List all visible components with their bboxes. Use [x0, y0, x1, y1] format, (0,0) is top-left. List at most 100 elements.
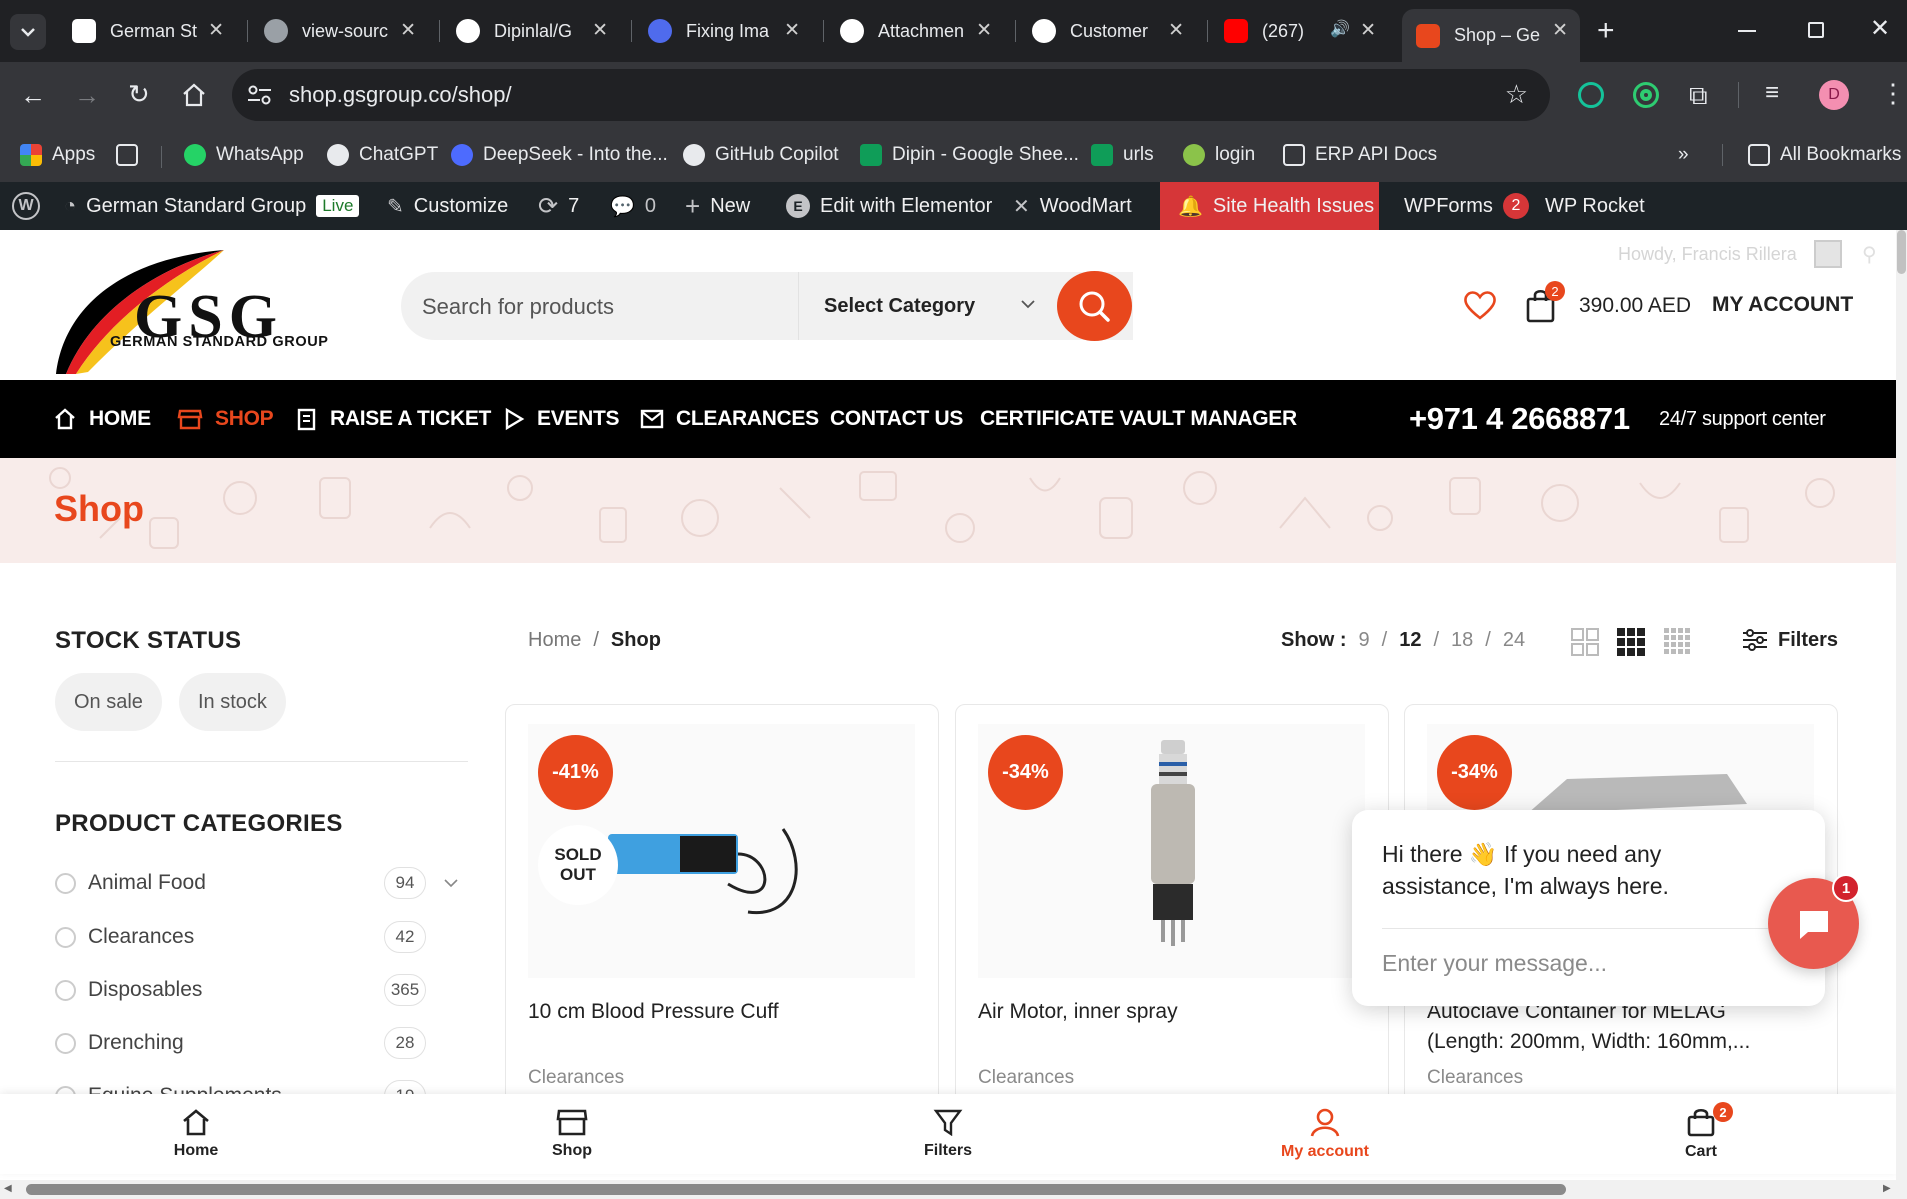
product-card[interactable]: -34% Air Motor, inner spray Clearances: [955, 704, 1389, 1104]
minimize-button[interactable]: [1738, 30, 1756, 32]
bookmark-urls[interactable]: urls: [1091, 136, 1154, 174]
extensions-puzzle-icon[interactable]: ⧉: [1689, 80, 1708, 112]
horizontal-scroll-thumb[interactable]: [26, 1184, 1566, 1195]
bottom-nav-home[interactable]: Home: [136, 1094, 256, 1174]
menu-kebab-icon[interactable]: ⋮: [1880, 78, 1906, 109]
product-category[interactable]: Clearances: [1427, 1067, 1523, 1089]
bookmark-deepseek[interactable]: DeepSeek - Into the...: [451, 136, 668, 174]
admin-search-icon[interactable]: ⚲: [1862, 242, 1877, 267]
howdy-user[interactable]: Howdy, Francis Rillera: [1618, 244, 1797, 265]
admin-customize[interactable]: ✎ Customize: [387, 182, 508, 230]
browser-tab[interactable]: Customer ✕: [1018, 9, 1196, 53]
cart-button[interactable]: 2 390.00 AED: [1525, 281, 1691, 329]
home-icon[interactable]: [181, 82, 207, 108]
product-category[interactable]: Clearances: [528, 1067, 624, 1089]
nav-raise-ticket[interactable]: RAISE A TICKET: [296, 380, 491, 458]
speaker-icon[interactable]: 🔊: [1330, 19, 1350, 39]
tab-close-icon[interactable]: ✕: [1168, 19, 1184, 42]
wordpress-logo-icon[interactable]: W: [12, 182, 40, 230]
bottom-nav-filters[interactable]: Filters: [888, 1094, 1008, 1174]
browser-tab[interactable]: Fixing Ima ✕: [634, 9, 812, 53]
back-button[interactable]: ←: [20, 80, 46, 111]
chat-launcher-button[interactable]: 1: [1768, 874, 1860, 969]
bookmarks-overflow-icon[interactable]: »: [1678, 136, 1689, 174]
all-bookmarks[interactable]: All Bookmarks: [1748, 136, 1901, 174]
reading-list-icon[interactable]: ≡: [1765, 79, 1779, 107]
admin-new[interactable]: + New: [685, 182, 750, 230]
browser-tab-active[interactable]: Shop – Ge ✕: [1402, 9, 1580, 62]
search-input[interactable]: Search for products: [422, 294, 614, 320]
scroll-left-icon[interactable]: ◀: [4, 1183, 12, 1194]
admin-updates[interactable]: ⟳ 7: [538, 182, 579, 230]
bookmark-apps[interactable]: Apps: [20, 136, 95, 174]
search-button[interactable]: [1057, 271, 1132, 341]
bottom-nav-my-account[interactable]: My account: [1265, 1094, 1385, 1174]
product-card[interactable]: -41% SOLD OUT 10 cm Blood Pressure Cuff …: [505, 704, 939, 1104]
bookmark-erp-api-docs[interactable]: ERP API Docs: [1283, 136, 1437, 174]
nav-phone[interactable]: +971 4 2668871: [1409, 380, 1630, 458]
product-title[interactable]: 10 cm Blood Pressure Cuff: [528, 997, 908, 1027]
tab-close-icon[interactable]: ✕: [784, 19, 800, 42]
nav-clearances[interactable]: CLEARANCES: [640, 380, 819, 458]
grammarly-icon[interactable]: [1578, 82, 1604, 108]
filter-in-stock[interactable]: In stock: [179, 673, 286, 731]
breadcrumb-home[interactable]: Home: [528, 629, 581, 652]
browser-tab[interactable]: (267) 🔊 ✕: [1210, 9, 1388, 53]
tab-close-icon[interactable]: ✕: [400, 19, 416, 42]
tab-close-icon[interactable]: ✕: [976, 19, 992, 42]
bottom-nav-shop[interactable]: Shop: [512, 1094, 632, 1174]
per-page-12[interactable]: 12: [1399, 629, 1421, 652]
browser-tab[interactable]: German St ✕: [58, 9, 236, 53]
admin-wp-rocket[interactable]: WP Rocket: [1545, 182, 1645, 230]
admin-elementor[interactable]: E Edit with Elementor: [786, 182, 992, 230]
grid-2-view-icon[interactable]: [1571, 628, 1599, 656]
new-tab-button[interactable]: +: [1597, 14, 1615, 48]
per-page-9[interactable]: 9: [1359, 629, 1370, 652]
product-title[interactable]: Air Motor, inner spray: [978, 997, 1358, 1027]
url-bar[interactable]: shop.gsgroup.co/shop/ ☆: [232, 69, 1550, 121]
horizontal-scrollbar[interactable]: ◀ ▶: [0, 1180, 1907, 1199]
tab-close-icon[interactable]: ✕: [208, 19, 224, 42]
my-account-link[interactable]: MY ACCOUNT: [1712, 293, 1853, 317]
forward-button[interactable]: →: [74, 80, 100, 111]
nav-shop[interactable]: SHOP: [177, 380, 274, 458]
category-item-animal-food[interactable]: Animal Food 94: [55, 863, 461, 903]
tab-close-icon[interactable]: ✕: [592, 19, 608, 42]
bookmark-chatgpt[interactable]: ChatGPT: [327, 136, 438, 174]
wishlist-heart-icon[interactable]: [1463, 290, 1497, 320]
site-info-icon[interactable]: [246, 82, 274, 108]
vertical-scroll-thumb[interactable]: [1897, 230, 1906, 274]
bookmark-google-sheet[interactable]: Dipin - Google Shee...: [860, 136, 1079, 174]
product-category[interactable]: Clearances: [978, 1067, 1074, 1089]
admin-woodmart[interactable]: ✕ WoodMart: [1013, 182, 1132, 230]
product-title[interactable]: Autoclave Container for MELAG (Length: 2…: [1427, 997, 1807, 1057]
category-select[interactable]: Select Category: [798, 272, 1074, 340]
category-item-clearances[interactable]: Clearances 42: [55, 917, 461, 957]
chat-message-input[interactable]: Enter your message...: [1382, 950, 1607, 977]
per-page-18[interactable]: 18: [1451, 629, 1473, 652]
grid-4-view-icon[interactable]: [1664, 628, 1692, 656]
scroll-right-icon[interactable]: ▶: [1883, 1183, 1891, 1194]
grid-3-view-icon[interactable]: [1617, 628, 1645, 656]
nav-contact-us[interactable]: CONTACT US: [830, 380, 963, 458]
bookmark-login[interactable]: login: [1183, 136, 1255, 174]
admin-comments[interactable]: 💬 0: [610, 182, 656, 230]
nav-home[interactable]: HOME: [53, 380, 151, 458]
close-window-button[interactable]: ✕: [1870, 14, 1890, 43]
restore-button[interactable]: [1808, 22, 1824, 38]
bottom-nav-cart[interactable]: Cart 2: [1641, 1094, 1761, 1174]
browser-tab[interactable]: Attachmen ✕: [826, 9, 1004, 53]
star-icon[interactable]: ☆: [1505, 79, 1528, 110]
bookmark-whatsapp[interactable]: WhatsApp: [184, 136, 304, 174]
extension-target-icon[interactable]: [1633, 82, 1659, 108]
vertical-scrollbar[interactable]: [1896, 230, 1907, 1180]
admin-site-health[interactable]: 🔔 Site Health Issues: [1160, 182, 1379, 230]
category-item-disposables[interactable]: Disposables 365: [55, 970, 461, 1010]
tab-close-icon[interactable]: ✕: [1360, 19, 1376, 42]
admin-wpforms[interactable]: WPForms 2: [1404, 182, 1529, 230]
chevron-down-icon[interactable]: [443, 877, 459, 889]
per-page-24[interactable]: 24: [1503, 629, 1525, 652]
profile-avatar[interactable]: D: [1819, 80, 1849, 110]
nav-events[interactable]: EVENTS: [503, 380, 620, 458]
tab-groups-icon[interactable]: [116, 136, 138, 174]
